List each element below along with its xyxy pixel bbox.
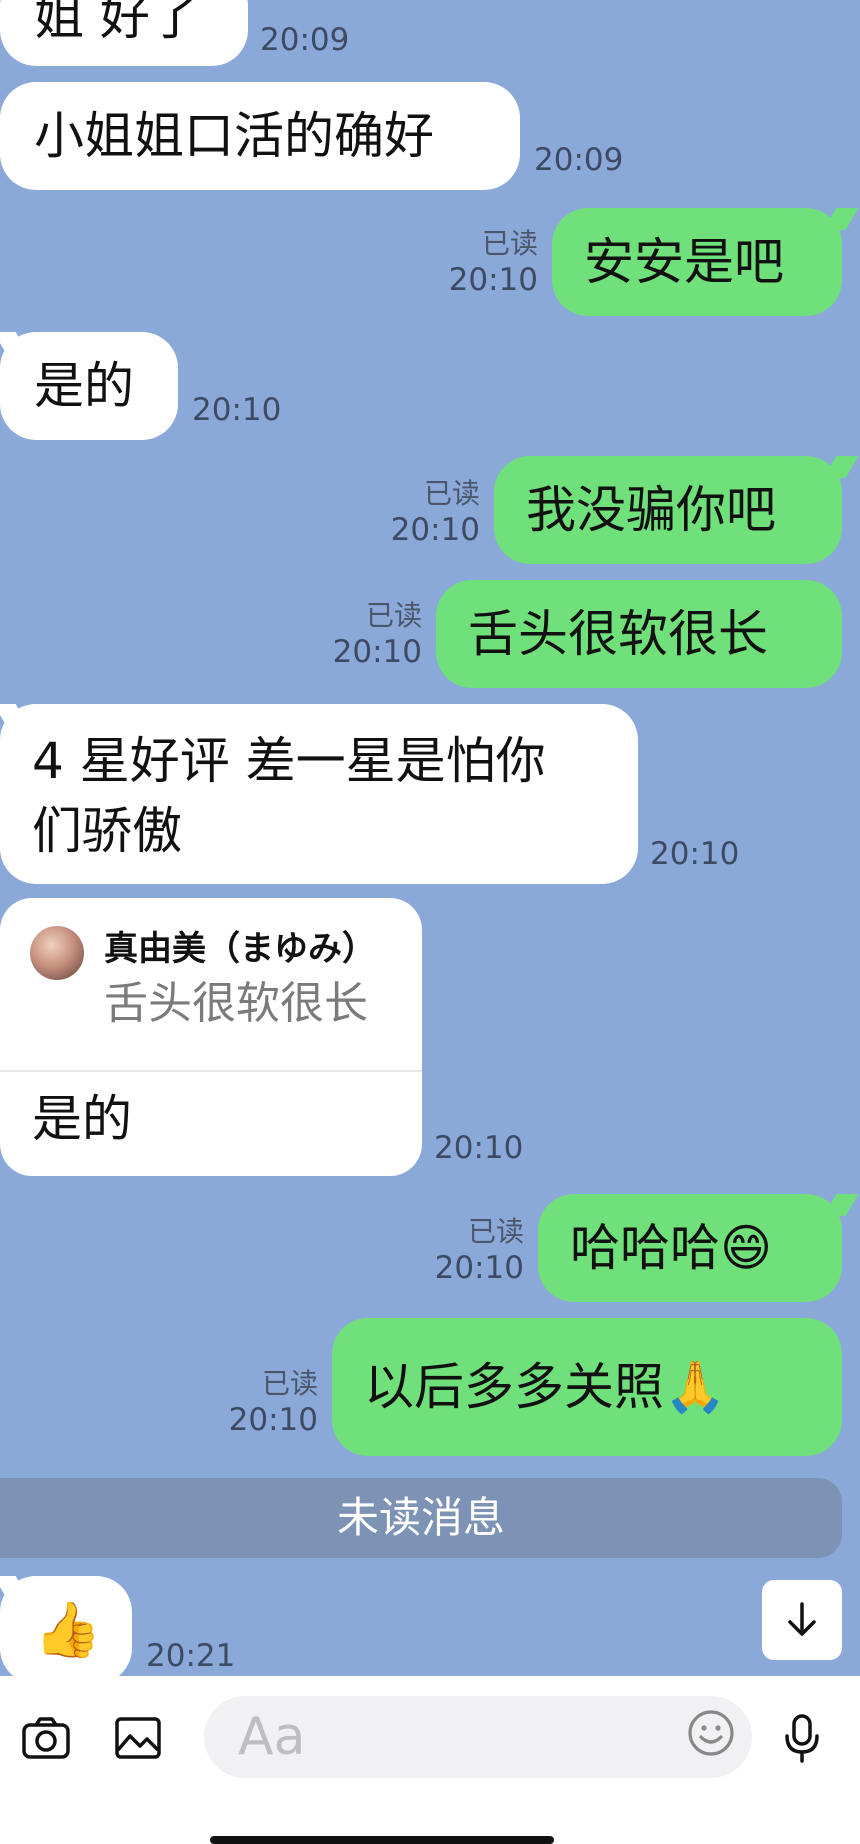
message-time: 20:10: [448, 262, 538, 298]
bubble-tail: [823, 208, 859, 230]
incoming-message[interactable]: 小姐姐口活的确好: [0, 82, 520, 190]
message-time: 20:10: [434, 1250, 524, 1286]
camera-button[interactable]: [18, 1710, 74, 1766]
outgoing-message[interactable]: 我没骗你吧: [494, 456, 842, 564]
bubble-tail: [823, 456, 859, 478]
message-text: 姐 好了: [34, 0, 200, 46]
message-meta: 已读 20:10: [430, 226, 538, 298]
message-text: 小姐姐口活的确好: [34, 107, 434, 165]
image-button[interactable]: [110, 1710, 166, 1766]
read-receipt: 已读: [365, 599, 422, 632]
message-meta: 已读 20:10: [210, 1366, 318, 1438]
unread-messages-banner: 未读消息: [0, 1478, 842, 1558]
read-receipt: 已读: [423, 477, 480, 510]
message-text: 是的: [32, 1090, 132, 1148]
divider: [0, 1070, 422, 1072]
message-text: 是的: [34, 357, 134, 415]
quoted-sender-name: 真由美（まゆみ）: [104, 929, 376, 969]
message-meta: 已读 20:10: [372, 476, 480, 548]
voice-button[interactable]: [774, 1710, 830, 1766]
read-receipt: 已读: [481, 227, 538, 260]
message-time: 20:10: [192, 392, 282, 428]
outgoing-message[interactable]: 舌头很软很长: [436, 580, 842, 688]
message-text: 舌头很软很长: [468, 605, 768, 663]
read-receipt: 已读: [261, 1367, 318, 1400]
message-text: 哈哈哈😄: [570, 1219, 773, 1277]
incoming-message[interactable]: 4 星好评 差一星是怕你 们骄傲: [0, 704, 638, 884]
message-text: 安安是吧: [584, 233, 784, 291]
emoji-icon: [688, 1710, 734, 1756]
outgoing-message[interactable]: 哈哈哈😄: [538, 1194, 842, 1302]
message-time: 20:10: [228, 1402, 318, 1438]
emoji-button[interactable]: [686, 1708, 742, 1764]
message-time: 20:10: [434, 1130, 524, 1166]
read-receipt: 已读: [467, 1215, 524, 1248]
image-icon: [115, 1717, 161, 1759]
avatar: [30, 926, 84, 980]
quoted-text: 舌头很软很长: [104, 978, 368, 1029]
bubble-tail: [823, 1194, 859, 1216]
camera-icon: [22, 1717, 70, 1759]
arrow-down-icon: [788, 1602, 816, 1636]
message-time: 20:09: [534, 142, 624, 178]
message-text-line: 4 星好评 差一星是怕你: [32, 732, 546, 790]
message-text: 我没骗你吧: [526, 481, 776, 539]
thumbs-up-icon: 👍: [34, 1598, 102, 1661]
message-meta: 已读 20:10: [314, 598, 422, 670]
scroll-to-bottom-button[interactable]: [762, 1580, 842, 1660]
outgoing-message[interactable]: 以后多多关照🙏: [332, 1318, 842, 1456]
microphone-icon: [785, 1714, 819, 1763]
message-text-line: 们骄傲: [32, 802, 182, 860]
message-input-bar: Aa: [0, 1676, 860, 1844]
message-input[interactable]: Aa: [204, 1696, 752, 1778]
message-time: 20:10: [332, 634, 422, 670]
message-meta: 已读 20:10: [416, 1214, 524, 1286]
quoted-message[interactable]: 真由美（まゆみ） 舌头很软很长: [28, 924, 402, 1052]
message-text: 以后多多关照🙏: [364, 1358, 727, 1416]
home-indicator: [210, 1836, 554, 1844]
reply-message[interactable]: 真由美（まゆみ） 舌头很软很长 是的: [0, 898, 422, 1176]
outgoing-message[interactable]: 安安是吧: [552, 208, 842, 316]
message-time: 20:21: [146, 1638, 236, 1674]
message-time: 20:09: [260, 22, 350, 58]
message-time: 20:10: [650, 836, 740, 872]
incoming-message[interactable]: 姐 好了: [0, 0, 248, 66]
incoming-message[interactable]: 是的: [0, 332, 178, 440]
chat-area[interactable]: 姐 好了 20:09 小姐姐口活的确好 20:09 已读 20:10 安安是吧 …: [0, 0, 860, 1676]
message-time: 20:10: [390, 512, 480, 548]
